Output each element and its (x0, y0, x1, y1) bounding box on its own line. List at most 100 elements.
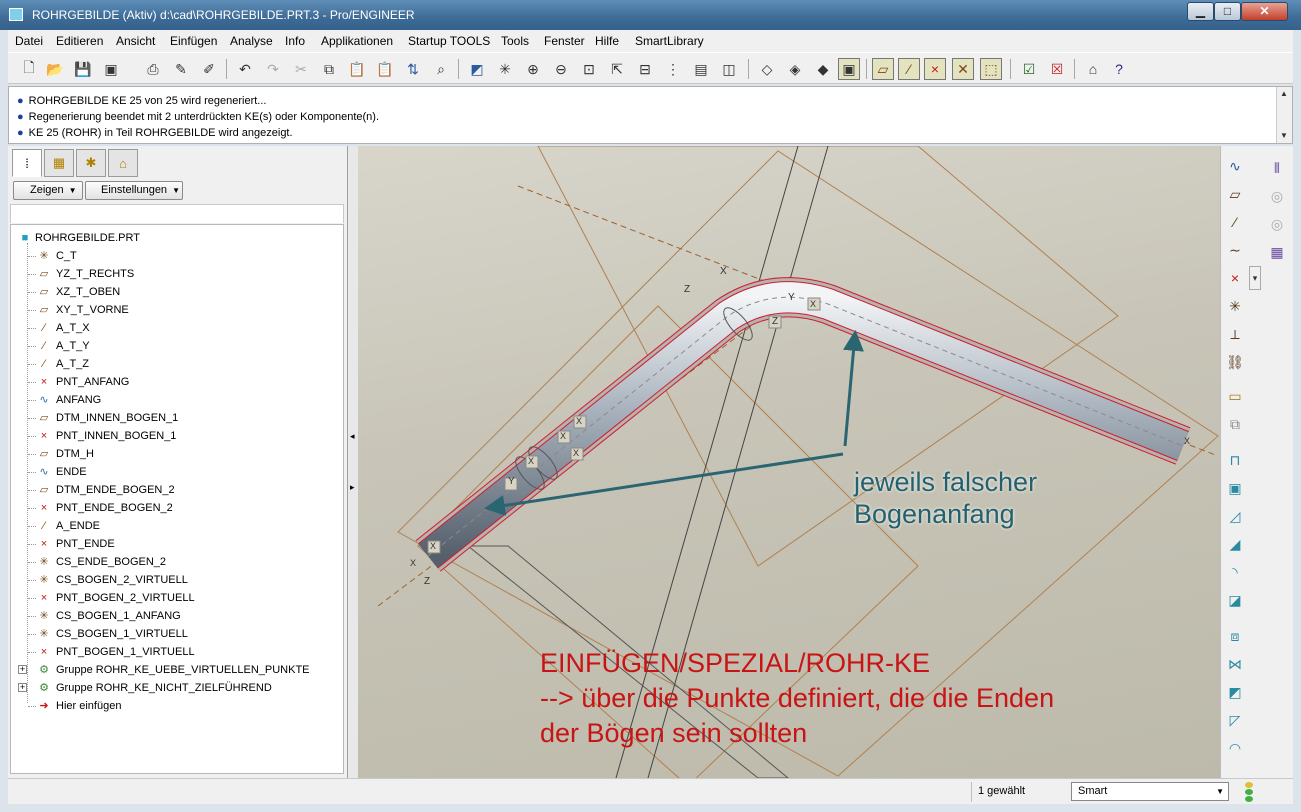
merge-tool-icon[interactable]: ⧉ (1223, 412, 1247, 436)
regenerate-icon[interactable]: ✎ (170, 58, 192, 80)
spin-center-icon[interactable]: ✳ (494, 58, 516, 80)
axis-label: X (720, 266, 727, 277)
new-file-icon[interactable]: 🗋 (18, 58, 40, 80)
cut-icon[interactable]: ✂ (290, 58, 312, 80)
undo-icon[interactable]: ↶ (234, 58, 256, 80)
refit-icon[interactable]: ⊡ (578, 58, 600, 80)
expand-icon[interactable]: + (18, 665, 27, 674)
datum-curve-tool-icon[interactable]: ∼ (1223, 238, 1247, 262)
menu-analyse[interactable]: Analyse (230, 34, 273, 48)
print-icon[interactable]: ⎙ (142, 58, 164, 80)
menu-fenster[interactable]: Fenster (544, 34, 585, 48)
revolve-tool-icon[interactable]: ▣ (1223, 476, 1247, 500)
hidden-line-icon[interactable]: ◈ (784, 58, 806, 80)
minimize-button[interactable]: ▁ (1187, 2, 1214, 21)
csys-icon: ✳ (39, 628, 49, 640)
menu-hilfe[interactable]: Hilfe (595, 34, 619, 48)
link-tool-icon[interactable]: ⛓ (1223, 350, 1247, 374)
menu-info[interactable]: Info (285, 34, 305, 48)
coordinate-systems-icon[interactable]: ✕ (952, 58, 974, 80)
chamfer-tool-icon[interactable]: ◪ (1223, 588, 1247, 612)
round-tool-icon[interactable]: ◝ (1223, 560, 1247, 584)
wireframe-icon[interactable]: ◇ (756, 58, 778, 80)
collapse-left-icon[interactable]: ◂ (350, 431, 355, 442)
offset-tool-icon[interactable]: ▦ (1265, 240, 1289, 264)
redo-icon[interactable]: ↷ (262, 58, 284, 80)
tab-model-tree[interactable]: ⁞ (12, 149, 42, 177)
layers-icon[interactable]: ⋮ (662, 58, 684, 80)
close-window-icon[interactable]: ☒ (1046, 58, 1068, 80)
datum-planes-icon[interactable]: ▱ (872, 58, 894, 80)
tab-favorites[interactable]: ✱ (76, 149, 106, 177)
menu-editieren[interactable]: Editieren (56, 34, 103, 48)
mirror-tool-icon[interactable]: ⫴ (1265, 156, 1289, 180)
orient-icon[interactable]: ⇱ (606, 58, 628, 80)
open-folder-icon[interactable]: 📂 (44, 58, 66, 80)
print-setup-icon[interactable]: ▣ (100, 58, 122, 80)
layer-tree-icon[interactable]: ◫ (718, 58, 740, 80)
selection-filter-dropdown[interactable]: Smart ▼ (1071, 782, 1229, 801)
expand-right-icon[interactable]: ▸ (350, 482, 355, 493)
menu-einfuegen[interactable]: Einfügen (170, 34, 217, 48)
sketch-tool-icon[interactable]: ∿ (1223, 154, 1247, 178)
annotation-tool-icon[interactable]: ▭ (1223, 384, 1247, 408)
plane-icon: ▱ (39, 484, 49, 496)
saved-views-icon[interactable]: ⊟ (634, 58, 656, 80)
extrude-tool-icon[interactable]: ⊓ (1223, 448, 1247, 472)
pattern-tool-icon[interactable]: ◠ (1223, 736, 1247, 760)
menu-smartlibrary[interactable]: SmartLibrary (635, 34, 704, 48)
checkbox-icon[interactable]: ☑ (1018, 58, 1040, 80)
menu-ansicht[interactable]: Ansicht (116, 34, 155, 48)
no-hidden-icon[interactable]: ◆ (812, 58, 834, 80)
shell-tool-icon[interactable]: ⋈ (1223, 652, 1247, 676)
regenerate-manager-icon[interactable]: ✐ (198, 58, 220, 80)
zoom-out-icon[interactable]: ⊖ (550, 58, 572, 80)
paste-icon[interactable]: 📋 (346, 58, 368, 80)
move-tool-icon[interactable]: ◎ (1265, 184, 1289, 208)
paste-special-icon[interactable]: 📋 (374, 58, 396, 80)
settings-dropdown[interactable]: Einstellungen ▼ (85, 181, 183, 200)
datum-point-tool-icon[interactable]: × (1223, 266, 1247, 290)
insert-arrow-icon: ➜ (39, 700, 49, 712)
flip-icon[interactable]: ⇅ (402, 58, 424, 80)
axis-icon: ⁄ (43, 358, 45, 370)
close-button[interactable]: ✕ (1241, 2, 1288, 21)
expand-icon[interactable]: + (18, 683, 27, 692)
hole-tool-icon[interactable]: ⧈ (1223, 624, 1247, 648)
repaint-icon[interactable]: ◩ (466, 58, 488, 80)
menu-datei[interactable]: Datei (15, 34, 43, 48)
annotations-icon[interactable]: ⬚ (980, 58, 1002, 80)
zoom-in-icon[interactable]: ⊕ (522, 58, 544, 80)
home-icon[interactable]: ⌂ (1082, 58, 1104, 80)
shading-icon[interactable]: ▣ (838, 58, 860, 80)
window-title-bar: ROHRGEBILDE (Aktiv) d:\cad\ROHRGEBILDE.P… (0, 0, 1301, 30)
tab-connections[interactable]: ⌂ (108, 149, 138, 177)
help-whats-this-icon[interactable]: ? (1108, 58, 1130, 80)
save-icon[interactable]: 💾 (72, 58, 94, 80)
analysis-tool-icon[interactable]: ⟂ (1223, 322, 1247, 346)
datum-points-icon[interactable]: × (924, 58, 946, 80)
draft-tool-icon[interactable]: ◸ (1223, 708, 1247, 732)
blend-tool-icon[interactable]: ◢ (1223, 532, 1247, 556)
maximize-button[interactable]: □ (1214, 2, 1241, 21)
copy-icon[interactable]: ⧉ (318, 58, 340, 80)
datum-plane-tool-icon[interactable]: ▱ (1223, 182, 1247, 206)
sweep-tool-icon[interactable]: ◿ (1223, 504, 1247, 528)
tab-folder-browser[interactable]: ▦ (44, 149, 74, 177)
rib-tool-icon[interactable]: ◩ (1223, 680, 1247, 704)
point-tool-dropdown-icon[interactable]: ▾ (1249, 266, 1261, 290)
datum-axis-tool-icon[interactable]: ⁄ (1223, 210, 1247, 234)
menu-tools[interactable]: Tools (501, 34, 529, 48)
panel-splitter[interactable]: ◂ ▸ (348, 146, 358, 778)
datum-axes-icon[interactable]: ⁄ (898, 58, 920, 80)
view-manager-icon[interactable]: ▤ (690, 58, 712, 80)
trim-tool-icon[interactable]: ◎ (1265, 212, 1289, 236)
csys-tool-icon[interactable]: ✳ (1223, 294, 1247, 318)
axis-icon: ⁄ (43, 322, 45, 334)
graphics-viewport[interactable]: X Z Y Z X X X X X Y X X Z X jeweils fals… (358, 146, 1220, 778)
menu-applikationen[interactable]: Applikationen (321, 34, 393, 48)
message-scrollbar[interactable]: ▲ ▼ (1276, 87, 1292, 143)
show-dropdown[interactable]: Zeigen ▼ (13, 181, 83, 200)
find-icon[interactable]: ⌕ (430, 58, 452, 80)
menu-startup-tools[interactable]: Startup TOOLS (408, 34, 490, 48)
